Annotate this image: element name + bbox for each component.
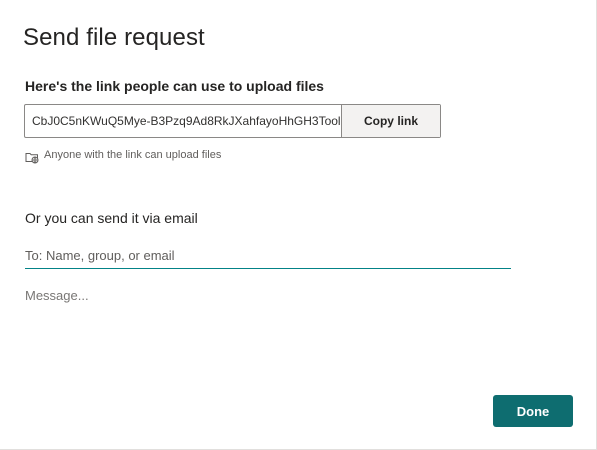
link-section-label: Here's the link people can use to upload… xyxy=(25,78,324,94)
email-section-label: Or you can send it via email xyxy=(25,210,198,226)
done-button[interactable]: Done xyxy=(493,395,573,427)
send-file-request-dialog: Send file request Here's the link people… xyxy=(0,0,597,450)
copy-link-button[interactable]: Copy link xyxy=(341,105,440,137)
message-input[interactable] xyxy=(25,288,511,368)
link-permission-hint: Anyone with the link can upload files xyxy=(25,148,222,164)
dialog-title: Send file request xyxy=(23,24,205,51)
folder-globe-icon xyxy=(25,150,39,164)
upload-link-field[interactable] xyxy=(25,105,341,137)
link-permission-text: Anyone with the link can upload files xyxy=(44,149,222,161)
link-row: Copy link xyxy=(24,104,441,138)
recipient-input[interactable] xyxy=(25,243,511,269)
